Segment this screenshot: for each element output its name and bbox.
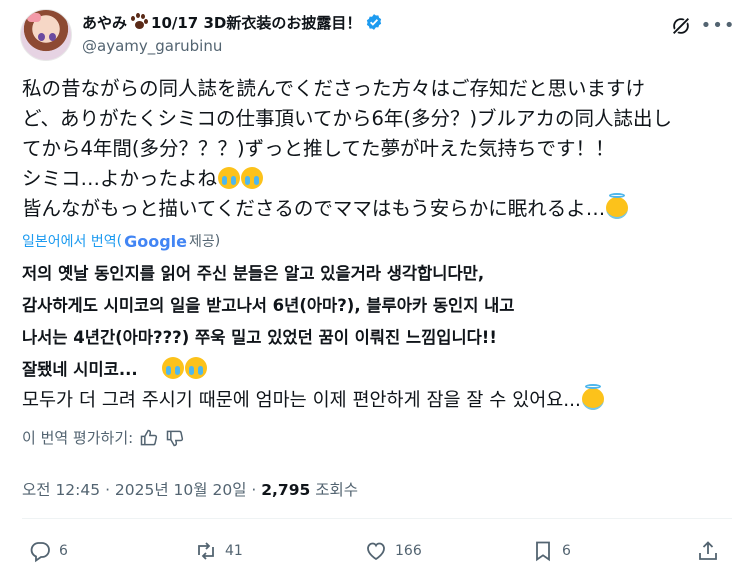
- translated-line: 감사하게도 시미코의 일을 받고나서 6년(아마?), 블루아카 동인지 내고: [22, 296, 515, 315]
- google-logo: Google: [124, 231, 187, 251]
- bookmark-icon: [536, 541, 550, 562]
- repost-count: 41: [225, 543, 243, 559]
- tweet-text: 私の昔ながらの同人誌を読んでくださった方々はご存知だと思いますけ ど、ありがたく…: [22, 74, 722, 224]
- translation-source: 일본어에서 번역 ( Google 제공 ): [22, 231, 221, 251]
- reply-button[interactable]: 6: [28, 539, 68, 563]
- translated-from-label[interactable]: 일본어에서 번역: [22, 231, 117, 251]
- translated-line: 저의 옛날 동인지를 읽어 주신 분들은 알고 있을거라 생각합니다만,: [22, 264, 485, 283]
- divider: [22, 518, 732, 519]
- thumbs-up-icon[interactable]: [139, 428, 159, 448]
- tweet-line-with-emoji: シミコ…よかったよね: [22, 164, 722, 194]
- translated-line: 나서는 4년간(아마???) 쭈욱 밀고 있었던 꿈이 이뤄진 느낌입니다!!: [22, 328, 497, 347]
- heart-icon: [367, 542, 385, 561]
- share-icon: [699, 541, 717, 560]
- action-bar: 6 41 166 6: [28, 539, 728, 565]
- grok-icon[interactable]: [670, 15, 692, 37]
- translated-line: 잘됐네 시미코...: [22, 360, 138, 379]
- translated-line: 모두가 더 그려 주시기 때문에 엄마는 이제 편안하게 잠을 잘 수 있어요.…: [22, 390, 581, 411]
- rate-translation: 이 번역 평가하기:: [22, 427, 185, 448]
- smiling-halo-face-icon: [581, 384, 604, 410]
- crying-face-icon: [241, 167, 264, 189]
- bookmark-button[interactable]: 6: [531, 539, 571, 563]
- avatar[interactable]: [20, 9, 72, 61]
- share-button[interactable]: [696, 539, 727, 563]
- crying-face-icon: [184, 357, 207, 379]
- display-name[interactable]: あやみ: [82, 12, 127, 33]
- tweet-line: シミコ…よかったよね: [22, 167, 218, 190]
- name-suffix[interactable]: 10/17 3D新衣装のお披露目！: [151, 12, 361, 33]
- crying-face-icon: [218, 167, 241, 189]
- tweet-line: ど、ありがたくシミコの仕事頂いてから6年(多分？)ブルアカの同人誌出し: [22, 107, 673, 130]
- tweet-line: てから4年間(多分？？？)ずっと推してた夢が叶えた気持ちです！！: [22, 137, 615, 160]
- views-label: 조회수: [315, 481, 358, 499]
- views-count: 2,795: [261, 481, 311, 499]
- like-count: 166: [395, 543, 422, 559]
- author-name-line[interactable]: あやみ 10/17 3D新衣装のお披露目！: [82, 11, 383, 33]
- paw-icon: [130, 13, 149, 31]
- like-button[interactable]: 166: [364, 539, 422, 563]
- reply-icon: [30, 542, 50, 563]
- verified-icon: [367, 14, 382, 30]
- tweet-line: 私の昔ながらの同人誌を読んでくださった方々はご存知だと思いますけ: [22, 77, 646, 100]
- tweet-line-with-emoji: 皆んながもっと描いてくださるのでママはもう安らかに眠れるよ…: [22, 193, 722, 224]
- reply-count: 6: [59, 543, 68, 559]
- crying-face-icon: [161, 357, 184, 379]
- rate-translation-label: 이 번역 평가하기:: [22, 429, 134, 447]
- more-icon[interactable]: •••: [701, 13, 735, 37]
- translated-line-with-emoji: 잘됐네 시미코...: [22, 354, 732, 386]
- provider-suffix: 제공: [189, 234, 215, 250]
- smiling-halo-face-icon: [606, 193, 629, 219]
- author-handle[interactable]: @ayamy_garubinu: [82, 37, 222, 55]
- tweet-header: あやみ 10/17 3D新衣装のお披露目！ @ayamy_garubinu ••…: [20, 9, 735, 61]
- translated-text: 저의 옛날 동인지를 읽어 주신 분들은 알고 있을거라 생각합니다만, 감사하…: [22, 258, 732, 416]
- repost-button[interactable]: 41: [194, 539, 243, 563]
- repost-icon: [198, 542, 214, 560]
- tweet-date[interactable]: 2025년 10월 20일: [115, 481, 247, 499]
- bookmark-count: 6: [562, 543, 571, 559]
- thumbs-down-icon[interactable]: [165, 428, 185, 448]
- tweet-meta: 오전 12:45 · 2025년 10월 20일 · 2,795 조회수: [22, 481, 358, 499]
- translated-line-with-emoji: 모두가 더 그려 주시기 때문에 엄마는 이제 편안하게 잠을 잘 수 있어요.…: [22, 384, 732, 416]
- tweet-line: 皆んながもっと描いてくださるのでママはもう安らかに眠れるよ…: [22, 197, 606, 220]
- tweet-time[interactable]: 오전 12:45: [22, 481, 100, 499]
